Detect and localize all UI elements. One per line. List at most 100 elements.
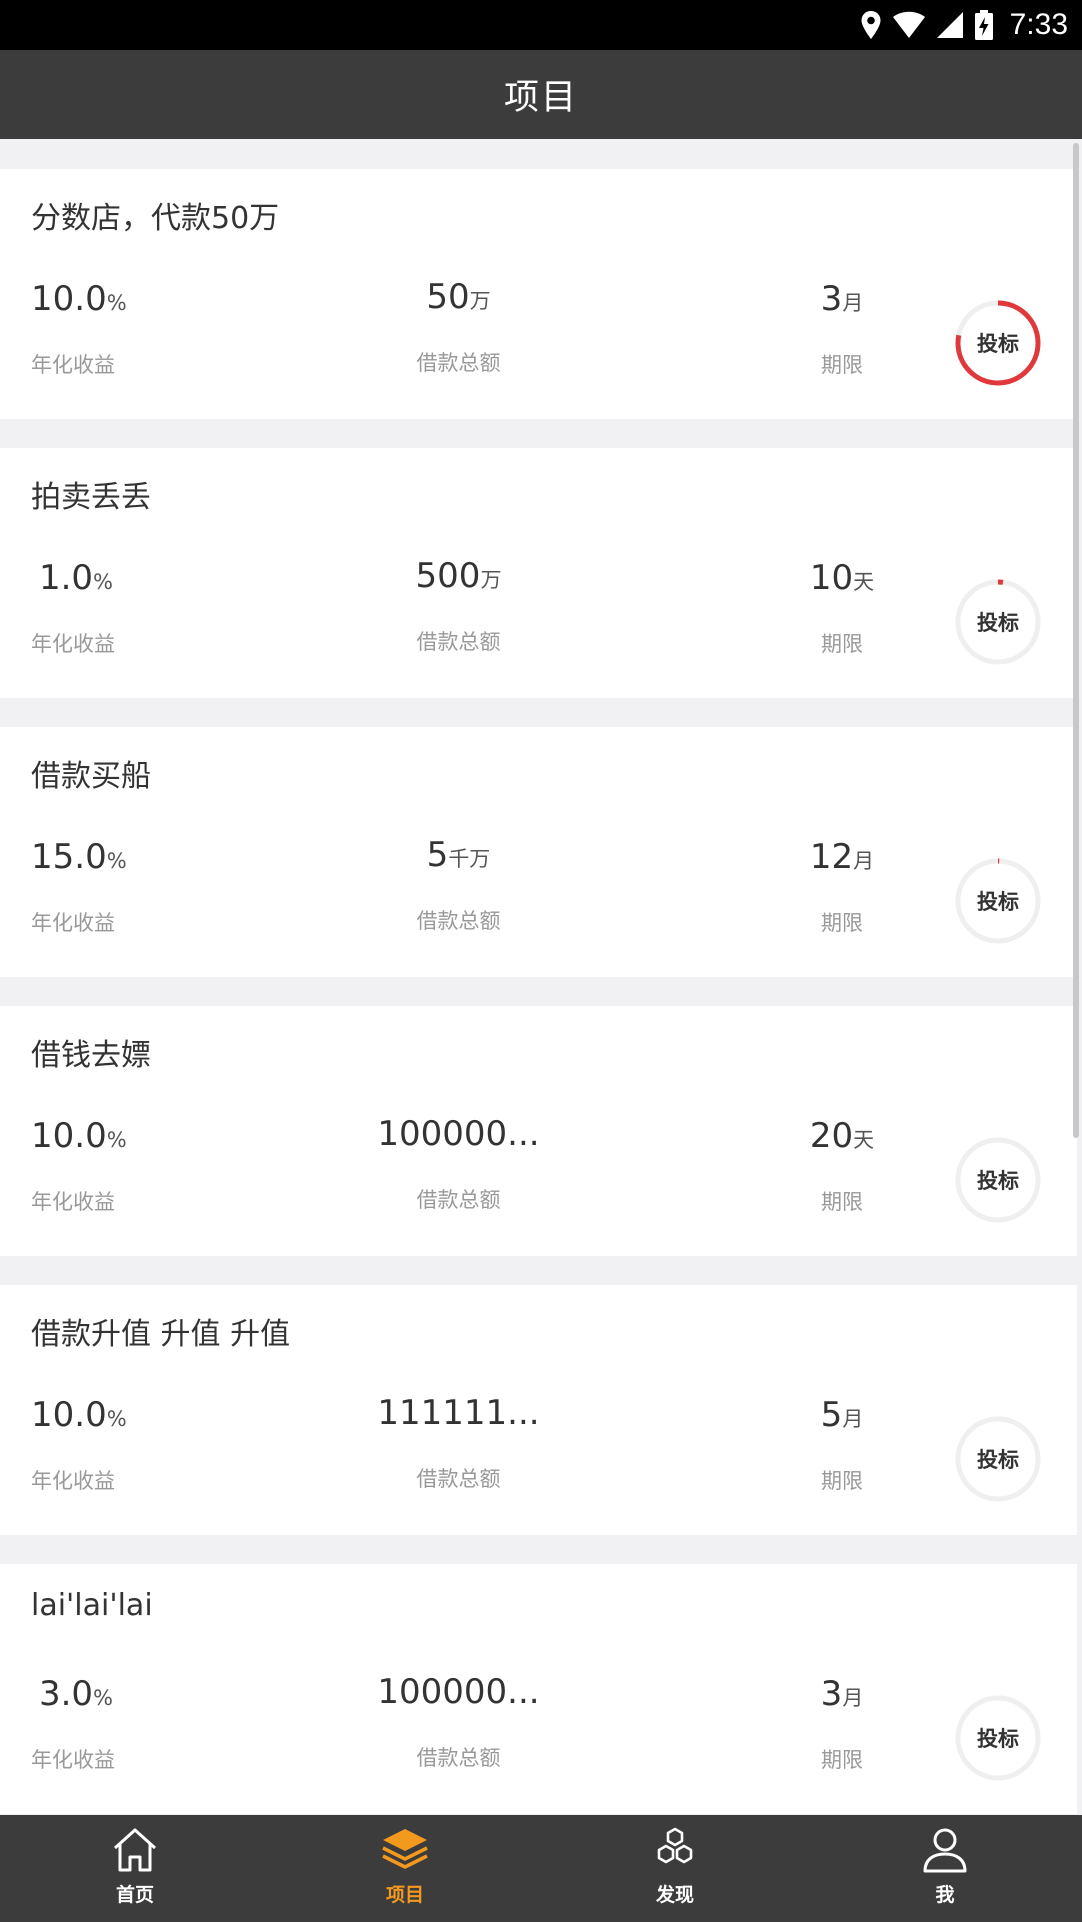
amount-label: 借款总额 (416, 1746, 501, 1770)
amount-value-wrap: 100000... (376, 1672, 541, 1712)
project-card[interactable]: 拍卖丢丢 1.0% 年化收益 500万 借款总额 10天 期限 投标 (0, 448, 1077, 698)
title-bar: 项目 (0, 50, 1082, 139)
amount-label: 借款总额 (416, 1467, 501, 1491)
project-card[interactable]: lai'lai'lai 3.0% 年化收益 100000... 借款总额 3月 期限投标 (0, 1564, 1077, 1814)
bid-button[interactable]: 投标 (948, 1130, 1048, 1230)
bid-button[interactable]: 投标 (948, 1409, 1048, 1509)
term-unit: 天 (853, 1128, 875, 1152)
project-title: 借钱去嫖 (31, 1038, 151, 1073)
term-value: 12 (809, 837, 854, 877)
rate-stat: 10.0% 年化收益 (31, 1116, 127, 1216)
term-value: 3 (820, 1674, 843, 1714)
term-unit: 月 (853, 849, 875, 873)
term-stat: 3月 期限 (800, 279, 884, 379)
tab-projects[interactable]: 项目 (270, 1815, 540, 1922)
bid-button[interactable]: 投标 (948, 293, 1048, 393)
rate-value-wrap: 10.0% (31, 1395, 127, 1435)
bid-label: 投标 (977, 890, 1019, 914)
term-label: 期限 (821, 632, 863, 656)
amount-value: 100000... (377, 1672, 540, 1712)
layers-icon (382, 1829, 428, 1869)
rate-value: 15.0 (31, 837, 107, 877)
term-stat: 3月 期限 (800, 1674, 884, 1774)
bid-button[interactable]: 投标 (948, 572, 1048, 672)
term-label: 期限 (821, 1469, 863, 1493)
page-title: 项目 (503, 78, 578, 118)
rate-label: 年化收益 (31, 1748, 115, 1772)
rate-label: 年化收益 (31, 632, 115, 656)
amount-unit: 千万 (448, 847, 491, 871)
project-title: 借款买船 (31, 759, 151, 794)
battery-charging-icon (974, 10, 993, 40)
rate-value-wrap: 10.0% (31, 279, 127, 319)
term-value-wrap: 5月 (800, 1395, 884, 1435)
tab-discover[interactable]: 发现 (540, 1815, 810, 1922)
amount-stat: 100000... 借款总额 (376, 1672, 541, 1772)
term-stat: 10天期限 (800, 558, 884, 658)
term-value-wrap: 20天 (800, 1116, 884, 1156)
project-card[interactable]: 借钱去嫖 10.0% 年化收益 100000... 借款总额 20天 期限 投标 (0, 1006, 1077, 1256)
rate-value: 3.0 (38, 1674, 94, 1714)
amount-value-wrap: 5千万 (376, 835, 541, 875)
rate-value-wrap: 10.0% (31, 1116, 127, 1156)
project-card[interactable]: 借款升值 升值 升值 10.0% 年化收益 111111... 借款总额 5月 期限 投标 (0, 1285, 1077, 1535)
amount-stat: 500万 借款总额 (376, 556, 541, 656)
term-stat: 20天期限 (800, 1116, 884, 1216)
tab-label: 首页 (115, 1884, 154, 1906)
status-icons: 7:33 (860, 6, 1068, 44)
term-value: 3 (820, 279, 843, 319)
tab-bar: 首页 项目 发现 我 (0, 1815, 1082, 1922)
term-stat: 12月 期限 (800, 837, 884, 937)
term-unit: 月 (842, 1686, 864, 1710)
tab-home[interactable]: 首页 (0, 1815, 270, 1922)
amount-label: 借款总额 (416, 1188, 501, 1212)
amount-value: 111111... (377, 1393, 540, 1433)
tab-label: 项目 (385, 1884, 424, 1906)
amount-stat: 50万 借款总额 (376, 277, 541, 377)
term-value-wrap: 10天 (800, 558, 884, 598)
bid-label: 投标 (977, 611, 1019, 635)
rate-value-wrap: 15.0% (31, 837, 127, 877)
project-card[interactable]: 分数店，代款50万 10.0% 年化收益 50万 借款总额 3月 期限 投标 (0, 169, 1077, 419)
scrollbar[interactable] (1073, 143, 1079, 1138)
project-title: 拍卖丢丢 (31, 480, 151, 515)
rate-stat: 3.0% 年化收益 (31, 1674, 121, 1774)
term-stat: 5月期限 (800, 1395, 884, 1495)
rate-value: 1.0 (38, 558, 94, 598)
project-card[interactable]: 借款买船 15.0% 年化收益 5千万借款总额 12月 期限投标 (0, 727, 1077, 977)
rate-stat: 1.0% 年化收益 (31, 558, 121, 658)
amount-label: 借款总额 (416, 909, 501, 933)
rate-stat: 15.0% 年化收益 (31, 837, 127, 937)
rate-unit: % (106, 291, 127, 315)
rate-value: 10.0 (31, 1116, 107, 1156)
term-value: 5 (820, 1395, 843, 1435)
amount-value: 500 (415, 556, 481, 596)
amount-value-wrap: 50万 (376, 277, 541, 317)
wifi-icon (892, 11, 925, 38)
user-icon (923, 1828, 967, 1873)
rate-value-wrap: 3.0% (31, 1674, 121, 1714)
rate-stat: 10.0% 年化收益 (31, 1395, 127, 1495)
project-title: lai'lai'lai (31, 1588, 153, 1623)
term-value: 20 (809, 1116, 854, 1156)
rate-unit: % (106, 1407, 127, 1431)
status-bar: 7:33 (0, 0, 1082, 50)
term-value-wrap: 3月 (800, 1674, 884, 1714)
term-unit: 天 (853, 570, 875, 594)
home-icon (113, 1828, 157, 1872)
rate-label: 年化收益 (31, 1469, 115, 1493)
amount-value-wrap: 111111... (376, 1393, 541, 1433)
rate-value: 10.0 (31, 279, 107, 319)
bid-button[interactable]: 投标 (948, 851, 1048, 951)
amount-value: 50 (426, 277, 470, 317)
bid-label: 投标 (977, 1727, 1019, 1751)
bid-label: 投标 (977, 1448, 1019, 1472)
tab-label: 我 (935, 1884, 955, 1906)
term-label: 期限 (821, 1190, 863, 1214)
bid-button[interactable]: 投标 (948, 1688, 1048, 1788)
rate-label: 年化收益 (31, 353, 115, 377)
amount-label: 借款总额 (416, 630, 501, 654)
tab-me[interactable]: 我 (810, 1815, 1080, 1922)
amount-unit: 万 (469, 289, 491, 313)
term-value-wrap: 3月 (800, 279, 884, 319)
